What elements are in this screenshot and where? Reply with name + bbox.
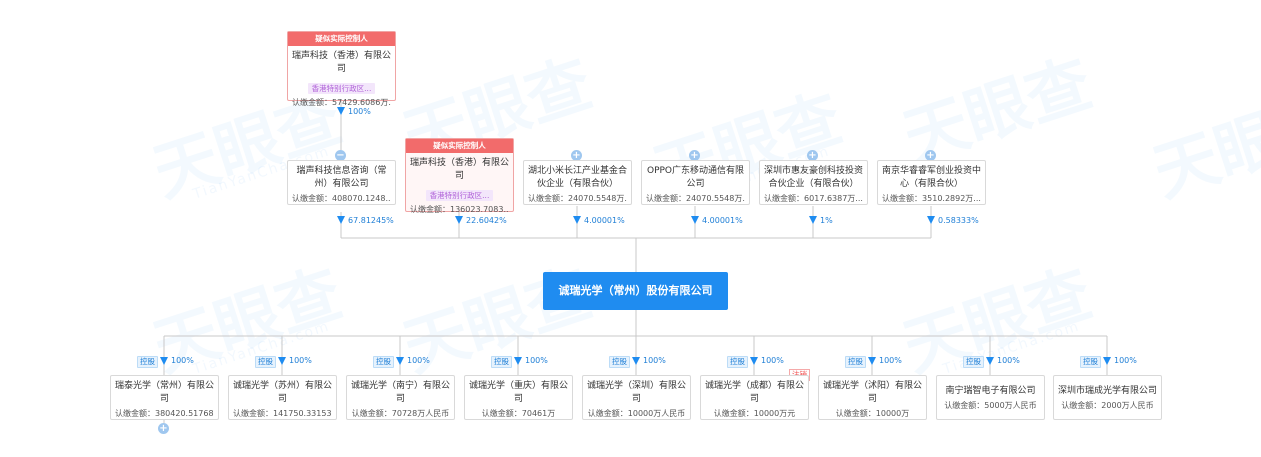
company-name: 诚瑞光学（苏州）有限公司	[233, 381, 333, 404]
share-percent: 67.81245%	[348, 216, 394, 225]
subscribed-amount: 认缴金额：5000万人民币	[944, 401, 1037, 410]
control-tag: 控股	[255, 356, 276, 368]
company-name: 瑞声科技信息咨询（常州）有限公司	[296, 166, 387, 189]
control-tag: 控股	[963, 356, 984, 368]
shareholder-node[interactable]: 疑似实际控制人 瑞声科技（香港）有限公司 香港特别行政区... 认缴金额：136…	[405, 138, 514, 214]
share-percent: 4.00001%	[584, 216, 625, 225]
shareholder-node[interactable]: 深圳市惠友豪创科技投资合伙企业（有限合伙） 认缴金额：6017.6387万...	[759, 160, 868, 205]
company-name: 湖北小米长江产业基金合伙企业（有限合伙）	[528, 166, 628, 189]
expand-icon[interactable]: +	[158, 423, 169, 434]
company-name: 诚瑞光学（成都）有限公司	[705, 381, 805, 404]
shareholder-node[interactable]: 湖北小米长江产业基金合伙企业（有限合伙） 认缴金额：24070.5548万...	[523, 160, 632, 205]
subscribed-amount: 认缴金额：24070.5548万...	[646, 194, 745, 203]
company-name: 南京华睿睿军创业投资中心（有限合伙）	[882, 166, 982, 189]
control-tag: 控股	[373, 356, 394, 368]
center-company-node[interactable]: 诚瑞光学（常州）股份有限公司	[543, 272, 728, 310]
control-tag: 控股	[609, 356, 630, 368]
subscribed-amount: 认缴金额：57429.6086万...	[292, 98, 391, 107]
share-percent: 100%	[879, 356, 902, 365]
top-parent-node[interactable]: 疑似实际控制人 瑞声科技（香港）有限公司 香港特别行政区... 认缴金额：574…	[287, 31, 396, 107]
subscribed-amount: 认缴金额：408070.1248...	[292, 194, 391, 203]
control-tag: 控股	[845, 356, 866, 368]
share-percent: 100%	[997, 356, 1020, 365]
share-percent: 100%	[171, 356, 194, 365]
control-tag: 控股	[727, 356, 748, 368]
subscribed-amount: 认缴金额：141750.33153...	[233, 409, 332, 418]
region-badge: 香港特别行政区...	[425, 190, 494, 201]
subsidiary-node[interactable]: 南宁瑞智电子有限公司 认缴金额：5000万人民币	[936, 375, 1045, 420]
subscribed-amount: 认缴金额：380420.51768...	[115, 409, 214, 418]
share-percent: 100%	[348, 107, 371, 116]
subscribed-amount: 认缴金额：2000万人民币	[1061, 401, 1154, 410]
share-percent: 100%	[525, 356, 548, 365]
company-name: 瑞声科技（香港）有限公司	[292, 51, 392, 74]
subscribed-amount: 认缴金额：70461万	[481, 409, 556, 418]
subscribed-amount: 认缴金额：10000万人民币	[587, 409, 686, 418]
subscribed-amount: 认缴金额：10000万	[835, 409, 910, 418]
company-name: 诚瑞光学（深圳）有限公司	[587, 381, 687, 404]
share-percent: 1%	[820, 216, 833, 225]
shareholder-node[interactable]: 瑞声科技信息咨询（常州）有限公司 认缴金额：408070.1248...	[287, 160, 396, 205]
controller-tag: 疑似实际控制人	[288, 32, 395, 46]
company-name: 诚瑞光学（重庆）有限公司	[469, 381, 569, 404]
subsidiary-node[interactable]: 诚瑞光学（苏州）有限公司 认缴金额：141750.33153...	[228, 375, 337, 420]
company-name: 瑞声科技（香港）有限公司	[410, 158, 510, 181]
subscribed-amount: 认缴金额：136023.7083...	[410, 205, 509, 214]
company-name: 深圳市瑞成光学有限公司	[1058, 386, 1158, 396]
shareholder-node[interactable]: 南京华睿睿军创业投资中心（有限合伙） 认缴金额：3510.2892万...	[877, 160, 986, 205]
share-percent: 100%	[643, 356, 666, 365]
region-badge: 香港特别行政区...	[307, 83, 376, 94]
company-name: OPPO广东移动通信有限公司	[646, 166, 745, 189]
share-percent: 100%	[1114, 356, 1137, 365]
subscribed-amount: 认缴金额：24070.5548万...	[528, 194, 627, 203]
subsidiary-node[interactable]: 诚瑞光学（南宁）有限公司 认缴金额：70728万人民币	[346, 375, 455, 420]
subsidiary-node[interactable]: 诚瑞光学（重庆）有限公司 认缴金额：70461万	[464, 375, 573, 420]
control-tag: 控股	[491, 356, 512, 368]
share-percent: 22.6042%	[466, 216, 507, 225]
company-name: 瑞泰光学（常州）有限公司	[115, 381, 215, 404]
control-tag: 控股	[1080, 356, 1101, 368]
subsidiary-node[interactable]: 深圳市瑞成光学有限公司 认缴金额：2000万人民币	[1053, 375, 1162, 420]
subscribed-amount: 认缴金额：3510.2892万...	[882, 194, 981, 203]
share-percent: 100%	[407, 356, 430, 365]
subscribed-amount: 认缴金额：6017.6387万...	[764, 194, 863, 203]
subscribed-amount: 认缴金额：10000万元	[713, 409, 796, 418]
shareholder-node[interactable]: OPPO广东移动通信有限公司 认缴金额：24070.5548万...	[641, 160, 750, 205]
company-name: 深圳市惠友豪创科技投资合伙企业（有限合伙）	[764, 166, 864, 189]
share-percent: 4.00001%	[702, 216, 743, 225]
subscribed-amount: 认缴金额：70728万人民币	[351, 409, 450, 418]
company-name: 诚瑞光学（沭阳）有限公司	[823, 381, 923, 404]
company-name: 诚瑞光学（南宁）有限公司	[351, 381, 451, 404]
share-percent: 100%	[289, 356, 312, 365]
control-tag: 控股	[137, 356, 158, 368]
share-percent: 100%	[761, 356, 784, 365]
controller-tag: 疑似实际控制人	[406, 139, 513, 153]
share-percent: 0.58333%	[938, 216, 979, 225]
equity-diagram: 天眼查 TianYanCha.com 天眼查 TianYanCha.com 天眼…	[0, 0, 1261, 457]
subsidiary-node[interactable]: 诚瑞光学（沭阳）有限公司 认缴金额：10000万	[818, 375, 927, 420]
subsidiary-node[interactable]: 诚瑞光学（成都）有限公司 认缴金额：10000万元	[700, 375, 809, 420]
subsidiary-node[interactable]: 瑞泰光学（常州）有限公司 认缴金额：380420.51768...	[110, 375, 219, 420]
company-name: 南宁瑞智电子有限公司	[945, 386, 1036, 396]
subsidiary-node[interactable]: 诚瑞光学（深圳）有限公司 认缴金额：10000万人民币	[582, 375, 691, 420]
